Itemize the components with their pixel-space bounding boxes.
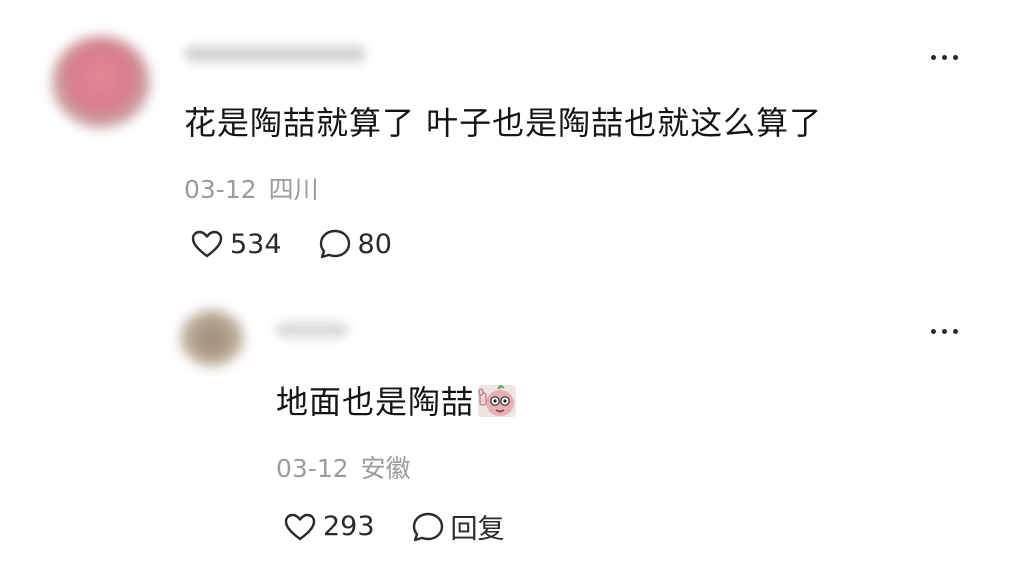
reply-date: 03-12 (276, 454, 349, 483)
reply-user-avatar[interactable] (180, 310, 244, 366)
comment-meta: 03-12 四川 (184, 170, 319, 206)
comment-actions: 534 80 (190, 228, 392, 260)
reply-actions: 293 回复 (283, 507, 505, 546)
reply-text: 地面也是陶喆 (276, 383, 475, 421)
more-dot (953, 55, 958, 60)
thumbs-up-mascot-sticker-icon (478, 385, 517, 417)
reply-like-count: 293 (323, 511, 375, 542)
like-button[interactable]: 534 (190, 229, 282, 260)
heart-outline-icon (284, 513, 316, 540)
comment-text: 花是陶喆就算了 叶子也是陶喆也就这么算了 (184, 104, 823, 142)
more-dot (942, 329, 947, 334)
user-avatar[interactable] (52, 36, 150, 128)
more-dot (931, 55, 936, 60)
username-blurred[interactable] (184, 46, 366, 62)
comment-count: 80 (357, 228, 392, 260)
more-dot (953, 329, 958, 334)
more-dot (931, 329, 936, 334)
reply-username-blurred[interactable] (276, 322, 348, 338)
more-dot (942, 55, 947, 60)
more-options-button[interactable] (931, 55, 958, 60)
comment-button[interactable]: 80 (318, 228, 392, 260)
reply-button[interactable]: 回复 (411, 507, 505, 546)
reply-like-button[interactable]: 293 (283, 511, 375, 542)
reply-meta: 03-12 安徽 (276, 449, 411, 485)
speech-bubble-icon (319, 229, 350, 259)
reply-more-options-button[interactable] (931, 329, 958, 334)
comment-date: 03-12 (184, 175, 257, 204)
speech-bubble-icon (412, 512, 443, 541)
reply-label: 回复 (450, 514, 505, 545)
like-count: 534 (230, 228, 282, 260)
reply-text-row: 地面也是陶喆 (276, 377, 518, 423)
comment-location: 四川 (268, 175, 319, 204)
reply-location: 安徽 (360, 454, 411, 483)
heart-outline-icon (191, 230, 223, 258)
